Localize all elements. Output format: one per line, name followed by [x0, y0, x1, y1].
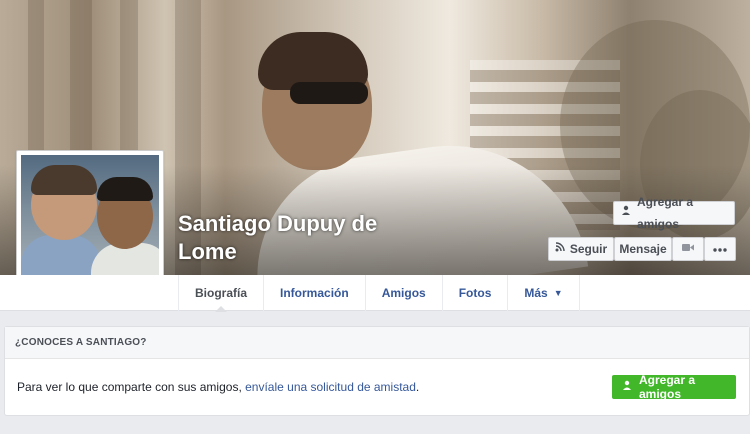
- tab-label: Información: [280, 286, 349, 300]
- video-call-button[interactable]: [672, 237, 704, 261]
- profile-photo: [21, 155, 159, 293]
- tab-mas[interactable]: Más ▼: [508, 275, 580, 311]
- tab-label: Más: [524, 286, 548, 300]
- add-person-icon: [623, 380, 633, 394]
- add-friend-label: Agregar a amigos: [639, 373, 696, 401]
- profile-nav-bar: Biografía Información Amigos Fotos Más ▼: [0, 275, 750, 312]
- tab-label: Biografía: [195, 286, 248, 300]
- follow-label: Seguir: [569, 242, 608, 256]
- add-friend-button[interactable]: Agregar a amigos: [612, 373, 736, 401]
- tab-biografia[interactable]: Biografía: [179, 275, 265, 312]
- know-person-card: ¿CONOCES A SANTIAGO? Para ver lo que com…: [4, 326, 750, 416]
- tab-label: Fotos: [458, 286, 492, 300]
- profile-tabs: Biografía Información Amigos Fotos Más ▼: [178, 275, 580, 312]
- caret-down-icon: ▼: [553, 288, 563, 298]
- message-label: Mensaje: [619, 242, 667, 256]
- card-text-suffix: .: [415, 380, 420, 394]
- more-options-button[interactable]: [704, 237, 736, 261]
- tab-label: Amigos: [381, 286, 426, 300]
- tab-informacion[interactable]: Información: [264, 275, 366, 311]
- send-request-link[interactable]: envíale una solicitud de amistad: [245, 380, 416, 394]
- card-text: Para ver lo que comparte con sus amigos,…: [17, 380, 419, 394]
- rss-icon: [555, 238, 565, 260]
- card-body: Para ver lo que comparte con sus amigos,…: [5, 359, 749, 415]
- card-text-prefix: Para ver lo que comparte con sus amigos,: [17, 380, 246, 394]
- add-friend-button-top[interactable]: Agregar a amigos: [613, 195, 735, 231]
- profile-name[interactable]: Santiago Dupuy de Lome: [178, 210, 418, 266]
- message-button[interactable]: Mensaje: [614, 237, 672, 261]
- add-friend-label: Agregar a amigos: [637, 195, 694, 231]
- tab-amigos[interactable]: Amigos: [366, 275, 443, 311]
- photo-hair-right: [97, 177, 153, 201]
- add-person-icon: [622, 202, 632, 224]
- photo-hair-left: [31, 165, 97, 195]
- follow-button[interactable]: Seguir: [548, 237, 614, 261]
- card-header: ¿CONOCES A SANTIAGO?: [5, 327, 749, 359]
- video-camera-icon: [682, 238, 694, 260]
- ellipsis-icon: [713, 238, 727, 260]
- tab-fotos[interactable]: Fotos: [443, 275, 509, 311]
- cover-sunglasses: [290, 82, 368, 104]
